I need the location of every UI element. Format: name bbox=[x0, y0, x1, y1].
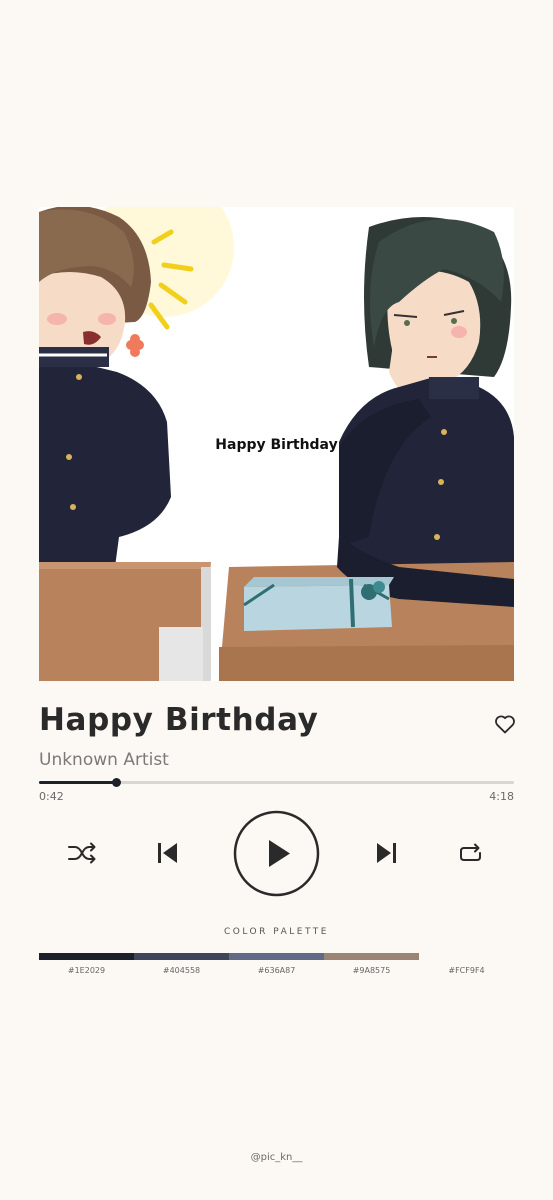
repeat-button[interactable] bbox=[457, 840, 485, 866]
palette-code: #1E2029 bbox=[67, 966, 106, 975]
progress-fill bbox=[39, 781, 117, 784]
palette-swatch bbox=[419, 953, 514, 960]
progress-knob[interactable] bbox=[112, 778, 122, 787]
artist-name: Unknown Artist bbox=[39, 750, 169, 770]
credit-handle: @pic_kn__ bbox=[250, 1152, 303, 1163]
palette-bar bbox=[39, 953, 514, 960]
palette-code: #9A8575 bbox=[352, 966, 391, 975]
palette-code: #636A87 bbox=[257, 966, 296, 975]
palette-code: #FCF9F4 bbox=[448, 966, 485, 975]
shuffle-icon bbox=[68, 842, 96, 864]
artwork-caption: Happy Birthday bbox=[215, 437, 338, 453]
palette-swatch bbox=[229, 953, 324, 960]
next-button[interactable] bbox=[373, 840, 399, 866]
play-button[interactable] bbox=[233, 810, 320, 897]
song-title: Happy Birthday bbox=[39, 702, 319, 738]
shuffle-button[interactable] bbox=[66, 839, 98, 867]
repeat-icon bbox=[460, 843, 481, 861]
like-button[interactable] bbox=[493, 712, 517, 736]
progress-bar[interactable] bbox=[39, 778, 514, 787]
palette-label: COLOR PALETTE bbox=[224, 927, 329, 937]
elapsed-time: 0:42 bbox=[39, 790, 64, 803]
total-time: 4:18 bbox=[489, 790, 514, 803]
palette-codes: #1E2029 #404558 #636A87 #9A8575 #FCF9F4 bbox=[39, 966, 514, 975]
palette-swatch bbox=[134, 953, 229, 960]
skip-next-icon bbox=[377, 843, 396, 863]
album-artwork: Happy Birthday bbox=[39, 207, 514, 681]
palette-swatch bbox=[39, 953, 134, 960]
play-icon bbox=[233, 810, 320, 897]
heart-outline-icon bbox=[495, 715, 515, 734]
palette-swatch bbox=[324, 953, 419, 960]
palette-code: #404558 bbox=[162, 966, 201, 975]
skip-previous-icon bbox=[158, 843, 177, 863]
previous-button[interactable] bbox=[155, 840, 181, 866]
